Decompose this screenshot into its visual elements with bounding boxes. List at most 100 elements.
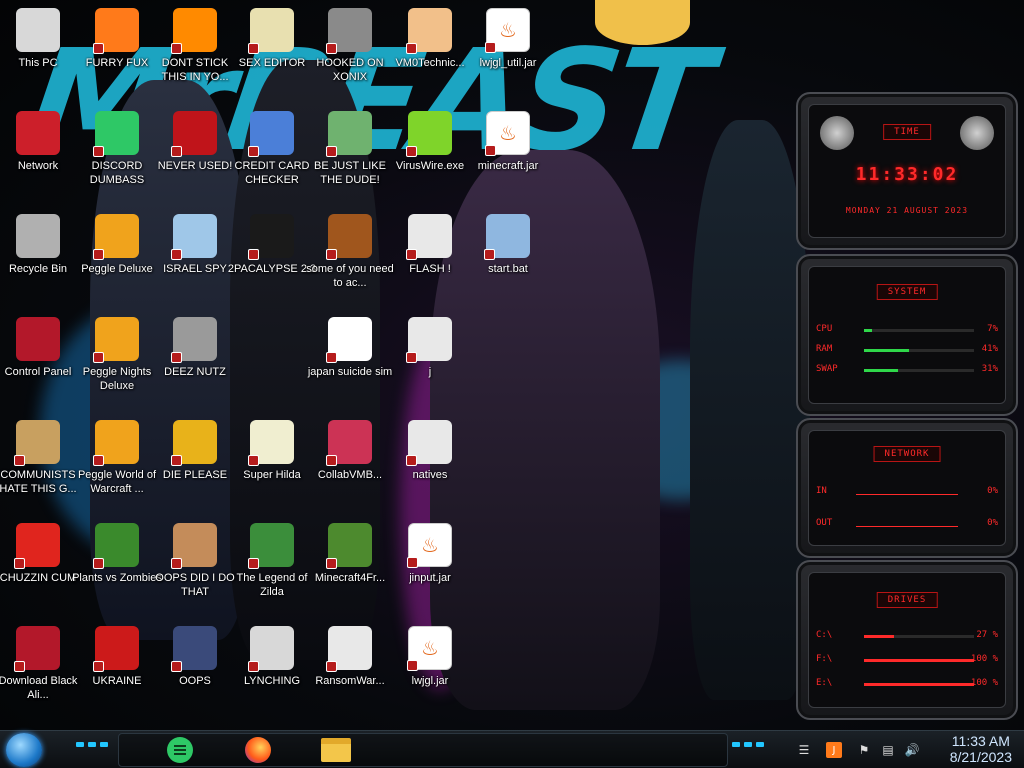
desktop-icon-label: DISCORD DUMBASS [89, 160, 145, 186]
desktop-icon[interactable]: natives [385, 420, 475, 482]
desktop-icon[interactable]: Peggle World of Warcraft ... [72, 420, 162, 496]
shortcut-badge-icon [326, 352, 337, 363]
taskbar-pinned-green-app[interactable] [160, 734, 200, 766]
stacked-windows-icon [171, 317, 217, 363]
shortcut-badge-icon [93, 43, 104, 54]
desktop-icon[interactable]: The Legend of Zilda [227, 523, 317, 599]
widget-row-label: C:\ [816, 630, 833, 640]
shortcut-badge-icon [326, 558, 337, 569]
desktop-icon[interactable]: 2PACALYPSE 2.3 [227, 214, 317, 276]
file-icon [406, 214, 452, 260]
shortcut-badge-icon [171, 249, 182, 260]
network-tray-icon[interactable]: ▤ [880, 742, 896, 758]
desktop-icon[interactable]: RansomWar... [305, 626, 395, 688]
desktop-icon-label: Minecraft4Fr... [314, 572, 386, 584]
desktop-icon[interactable]: Minecraft4Fr... [305, 523, 395, 585]
desktop-icon[interactable]: Peggle Deluxe [72, 214, 162, 276]
alien-head-icon [820, 116, 854, 150]
shortcut-badge-icon [248, 661, 259, 672]
desktop-icon[interactable]: start.bat [463, 214, 553, 276]
widget-title: TIME [883, 124, 931, 140]
desktop-icon[interactable]: CollabVMB... [305, 420, 395, 482]
start-button[interactable] [6, 733, 42, 767]
java-jar-icon: ♨ [485, 8, 530, 53]
desktop-icon[interactable]: Super Hilda [227, 420, 317, 482]
desktop-icon[interactable]: j [385, 317, 475, 379]
desktop-icon-label: minecraft.jar [477, 160, 539, 172]
desktop-icon-label: start.bat [488, 263, 528, 275]
desktop-icon-label: DEEZ NUTZ [164, 366, 226, 378]
desktop-icon[interactable]: HOOKED ON XONIX [305, 8, 395, 84]
desktop-icon[interactable]: ♨ minecraft.jar [463, 111, 553, 173]
desktop-icon[interactable]: Recycle Bin [0, 214, 83, 276]
desktop-icon[interactable]: This PC [0, 8, 83, 70]
desktop-icon[interactable]: SEX EDITOR [227, 8, 317, 70]
desktop-icon[interactable]: ♨ jinput.jar [385, 523, 475, 585]
volume-icon[interactable]: 🔊 [904, 742, 920, 758]
desktop-icon[interactable]: Plants vs Zombies [72, 523, 162, 585]
beaver-icon [326, 214, 372, 260]
desktop-icon[interactable]: some of you need to ac... [305, 214, 395, 290]
pixel-art-icon [248, 420, 294, 466]
desktop-icon-label: SEX EDITOR [238, 57, 306, 69]
taskbar-pinned-firefox[interactable] [238, 734, 278, 766]
shortcut-badge-icon [248, 558, 259, 569]
shortcut-badge-icon [14, 661, 25, 672]
knot-icon [248, 626, 294, 672]
shortcut-badge-icon [326, 455, 337, 466]
desktop-icon-label: jinput.jar [409, 572, 451, 584]
java-update-icon[interactable]: J [826, 742, 842, 758]
desktop-icon[interactable]: ♨ lwjgl.jar [385, 626, 475, 688]
java-jar-icon: ♨ [407, 523, 452, 568]
desktop-icon[interactable]: Download Black Ali... [0, 626, 83, 702]
taskbar-pinned-file-explorer[interactable] [316, 734, 356, 766]
desktop-icon[interactable]: CHUZZIN CUM [0, 523, 83, 585]
desktop-icon-label: RansomWar... [315, 675, 385, 687]
desktop-icon-label: lwjgl_util.jar [479, 57, 537, 69]
desktop-icon[interactable]: ♨ lwjgl_util.jar [463, 8, 553, 70]
widget-title: DRIVES [876, 592, 938, 608]
shortcut-badge-icon [407, 660, 418, 671]
desktop-icon[interactable]: VM0Technic... [385, 8, 475, 70]
desktop-icon[interactable]: CREDIT CARD CHECKER [227, 111, 317, 187]
desktop-icon[interactable]: COMMUNISTS HATE THIS G... [0, 420, 83, 496]
shortcut-badge-icon [171, 558, 182, 569]
widget-row-value: 100 % [970, 654, 998, 664]
clock-time: 11:33 AM [951, 733, 1010, 749]
shortcut-badge-icon [407, 557, 418, 568]
taskbar-clock[interactable]: 11:33 AM 8/21/2023 [950, 733, 1012, 765]
usage-bar [864, 349, 974, 352]
java-jar-icon: ♨ [407, 626, 452, 671]
desktop-icon[interactable]: FURRY FUX [72, 8, 162, 70]
desktop-icon[interactable]: DEEZ NUTZ [150, 317, 240, 379]
desktop-icon[interactable]: Peggle Nights Deluxe [72, 317, 162, 393]
green-app-icon [167, 737, 193, 763]
installer-icon [326, 317, 372, 363]
desktop-icon[interactable]: BE JUST LIKE THE DUDE! [305, 111, 395, 187]
desktop-icon[interactable]: VirusWire.exe [385, 111, 475, 173]
widget-row-label: F:\ [816, 654, 833, 664]
plant-icon [93, 523, 139, 569]
usage-bar-fill [864, 329, 872, 332]
hex-editor-icon [248, 8, 294, 54]
shortcut-badge-icon [248, 455, 259, 466]
shortcut-badge-icon [326, 146, 337, 157]
shortcut-badge-icon [406, 146, 417, 157]
desktop-icon[interactable]: Control Panel [0, 317, 83, 379]
desktop-icon[interactable]: Network [0, 111, 83, 173]
widget-row-label: IN [816, 486, 827, 496]
credit-card-icon [248, 111, 294, 157]
desktop-icon[interactable]: DISCORD DUMBASS [72, 111, 162, 187]
desktop-icon[interactable]: UKRAINE [72, 626, 162, 688]
drives-widget: DRIVES C:\ 27 % F:\ 100 % E:\ 100 % [796, 560, 1018, 720]
shortcut-badge-icon [485, 42, 496, 53]
terminal-icon [248, 214, 294, 260]
shortcut-badge-icon [93, 661, 104, 672]
desktop-icon[interactable]: FLASH ! [385, 214, 475, 276]
widget-date: MONDAY 21 AUGUST 2023 [845, 206, 969, 215]
flag-icon[interactable]: ⚑ [856, 742, 872, 758]
show-hidden-icons-icon[interactable]: ☰ [796, 742, 812, 758]
desktop-icon[interactable]: LYNCHING [227, 626, 317, 688]
widget-title: SYSTEM [876, 284, 938, 300]
desktop-icon[interactable]: japan suicide sim [305, 317, 395, 379]
